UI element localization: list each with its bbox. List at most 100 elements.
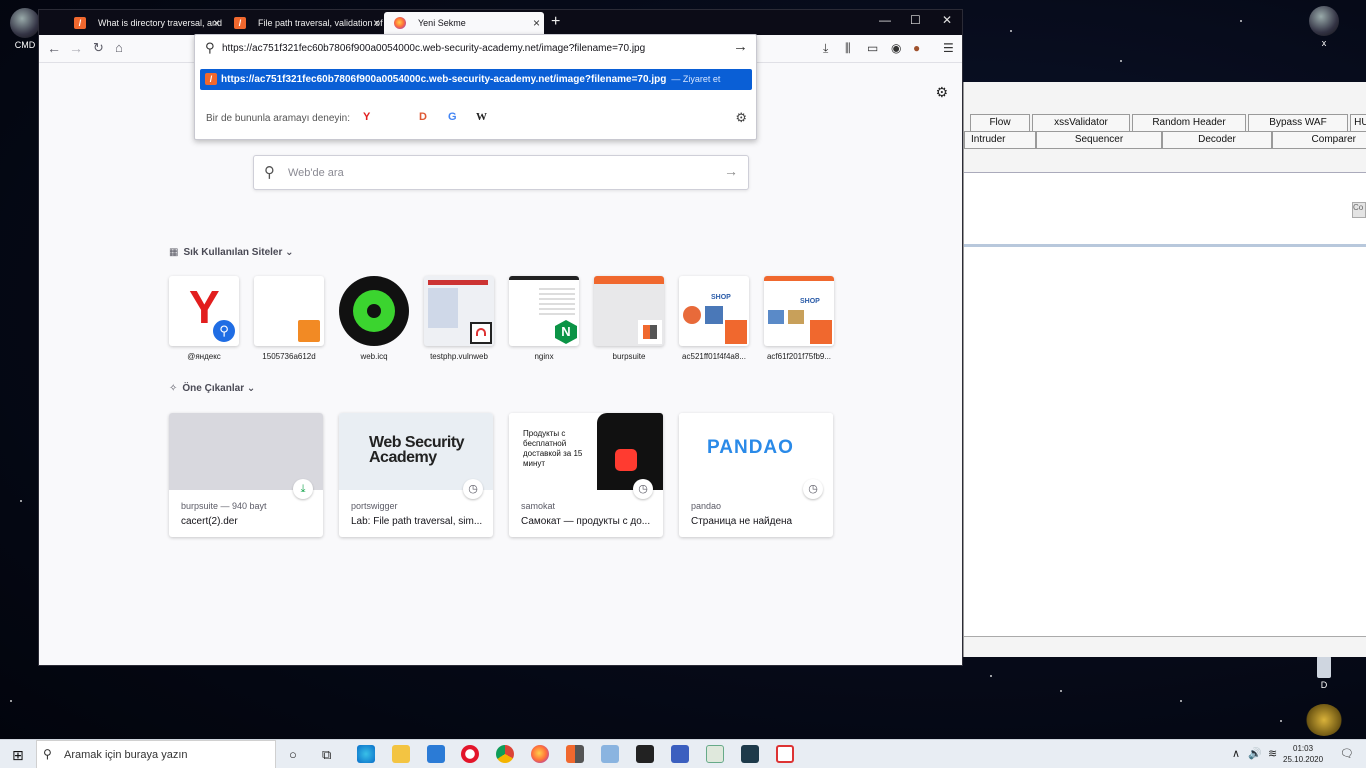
topsite-label: @яндекс: [187, 352, 221, 361]
highlights-header[interactable]: ✧ Öne Çıkanlar ⌄: [169, 383, 255, 394]
go-arrow-icon[interactable]: →: [733, 38, 748, 55]
burp-tab-decoder[interactable]: Decoder: [1162, 131, 1272, 149]
topsite-thumb: SHOP: [679, 276, 749, 346]
highlight-card[interactable]: Продукты с бесплатной доставкой за 15 ми…: [509, 413, 663, 537]
url-text[interactable]: https://ac751f321fec60b7806f900a0054000c…: [222, 43, 645, 54]
taskbar-search-placeholder: Aramak için buraya yazın: [64, 749, 188, 761]
close-tab-icon[interactable]: ×: [533, 12, 540, 35]
star: [1010, 30, 1012, 32]
search-icon: ⚲: [264, 164, 275, 181]
highlight-card[interactable]: Web Security Academy ◷ portswigger Lab: …: [339, 413, 493, 537]
notepad-icon[interactable]: [706, 745, 724, 763]
burp-tab-xssvalidator[interactable]: xssValidator: [1032, 114, 1130, 131]
system-clock[interactable]: 01:03 25.10.2020: [1283, 743, 1323, 765]
burp-tab-sequencer[interactable]: Sequencer: [1036, 131, 1162, 149]
topsite-tile[interactable]: SHOP acf61f201f75fb9...: [764, 276, 834, 361]
notification-icon[interactable]: 🗨: [1340, 747, 1354, 760]
magnifier-icon: ⚲: [211, 318, 237, 344]
web-security-academy-logo: Web Security Academy: [369, 434, 465, 466]
cortana-icon[interactable]: ○: [289, 747, 297, 762]
network-tool-icon[interactable]: [671, 745, 689, 763]
downloads-icon[interactable]: ⤓: [823, 41, 828, 56]
burp-tab-random-header[interactable]: Random Header: [1132, 114, 1246, 131]
browser-tab-1[interactable]: / What is directory traversal, and ×: [64, 12, 224, 35]
burp-window: Flow xssValidator Random Header Bypass W…: [963, 82, 1366, 657]
burpsuite-icon[interactable]: [566, 745, 584, 763]
topsite-tile[interactable]: Y ⚲ @яндекс: [169, 276, 239, 361]
highlight-card[interactable]: PANDAO ◷ pandao Страница не найдена: [679, 413, 833, 537]
topsite-tile[interactable]: SHOP ac521ff01f4f4a8...: [679, 276, 749, 361]
topsite-tile[interactable]: testphp.vulnweb: [424, 276, 494, 361]
url-suggestion[interactable]: / https://ac751f321fec60b7806f900a005400…: [200, 69, 752, 90]
burp-tab-comparer[interactable]: Comparer: [1272, 131, 1366, 149]
url-input[interactable]: ⚲ https://ac751f321fec60b7806f900a005400…: [195, 35, 756, 61]
reload-icon[interactable]: ↻: [93, 40, 104, 56]
cookie-extension-icon[interactable]: ●: [913, 41, 920, 55]
topsite-tile[interactable]: burpsuite: [594, 276, 664, 361]
clock-time: 01:03: [1293, 744, 1314, 753]
wifi-icon[interactable]: ≋: [1268, 747, 1277, 760]
sublime-icon[interactable]: [741, 745, 759, 763]
new-tab-page: ⚙ ⚲ Web'de ara → ▦ Sık Kullanılan Siteler…: [39, 63, 962, 665]
topsites-header[interactable]: ▦ Sık Kullanılan Siteler ⌄: [169, 247, 294, 258]
app-icon[interactable]: [601, 745, 619, 763]
browser-tab-3[interactable]: Yeni Sekme ×: [384, 12, 544, 35]
home-icon[interactable]: ⌂: [115, 40, 123, 55]
wikipedia-engine-icon[interactable]: W: [476, 111, 487, 123]
topsite-tile[interactable]: web.icq: [339, 276, 409, 361]
new-tab-icon[interactable]: +: [551, 12, 560, 32]
desktop-icon-d[interactable]: D: [1308, 656, 1340, 690]
duckduckgo-engine-icon[interactable]: D: [419, 111, 427, 123]
highlight-title: Самокат — продукты с до...: [521, 516, 651, 527]
web-search-box[interactable]: ⚲ Web'de ara →: [253, 155, 749, 190]
minimize-icon[interactable]: —: [879, 13, 891, 27]
clock-icon: ◷: [463, 479, 483, 499]
burp-side-button[interactable]: Co: [1352, 202, 1366, 218]
tray-arrow-icon[interactable]: ∧: [1232, 747, 1240, 760]
close-window-icon[interactable]: ✕: [942, 13, 952, 27]
chrome-icon[interactable]: [496, 745, 514, 763]
terminal-icon[interactable]: [636, 745, 654, 763]
close-tab-icon[interactable]: ×: [373, 12, 380, 35]
mail-icon[interactable]: [427, 745, 445, 763]
topsite-label: acf61f201f75fb9...: [766, 352, 832, 361]
file-explorer-icon[interactable]: [392, 745, 410, 763]
burp-tab-hun[interactable]: HUN: [1350, 114, 1366, 131]
edge-icon[interactable]: [357, 745, 375, 763]
desktop-icon-x[interactable]: x: [1306, 6, 1342, 48]
burp-tab-intruder[interactable]: Intruder: [964, 131, 1036, 149]
sidebar-icon[interactable]: ▭: [867, 41, 878, 55]
forward-icon[interactable]: →: [69, 40, 83, 56]
menu-icon[interactable]: ☰: [943, 41, 954, 55]
page-settings-gear-icon[interactable]: ⚙: [935, 84, 948, 101]
yandex-engine-icon[interactable]: Y: [363, 111, 370, 123]
close-tab-icon[interactable]: ×: [213, 12, 220, 35]
google-engine-icon[interactable]: G: [448, 111, 457, 123]
firefox-icon[interactable]: [531, 745, 549, 763]
back-icon[interactable]: ←: [47, 40, 61, 56]
lion-emblem-icon[interactable]: [1306, 704, 1342, 736]
burp-tab-bypass-waf[interactable]: Bypass WAF: [1248, 114, 1348, 131]
library-icon[interactable]: ⫼: [845, 41, 851, 56]
topsite-tile[interactable]: N nginx: [509, 276, 579, 361]
account-icon[interactable]: ◉: [891, 41, 901, 55]
taskbar-search-box[interactable]: ⚲ Aramak için buraya yazın: [36, 740, 276, 768]
volume-icon[interactable]: 🔊: [1248, 747, 1262, 760]
highlights-title: Öne Çıkanlar: [182, 383, 245, 394]
arrow-right-icon[interactable]: →: [724, 163, 738, 179]
desktop-icon-cmd[interactable]: CMD: [8, 8, 42, 50]
burp-tab-flow[interactable]: Flow: [970, 114, 1030, 131]
maximize-icon[interactable]: ☐: [910, 13, 921, 27]
topsite-tile[interactable]: 1505736a612d: [254, 276, 324, 361]
search-settings-gear-icon[interactable]: ⚙: [735, 110, 747, 126]
browser-tab-2[interactable]: / File path traversal, validation of ×: [224, 12, 384, 35]
burpsuite-icon: [638, 320, 662, 344]
windows-start-icon[interactable]: ⊞: [12, 747, 24, 764]
opera-icon[interactable]: [461, 745, 479, 763]
icq-icon: [339, 276, 409, 346]
highlight-card[interactable]: ⤓ burpsuite — 940 bayt cacert(2).der: [169, 413, 323, 537]
portswigger-icon: /: [74, 17, 86, 29]
vulnweb-icon[interactable]: [776, 745, 794, 763]
suggestion-url: https://ac751f321fec60b7806f900a0054000c…: [221, 74, 667, 85]
task-view-icon[interactable]: ⧉: [322, 747, 331, 763]
